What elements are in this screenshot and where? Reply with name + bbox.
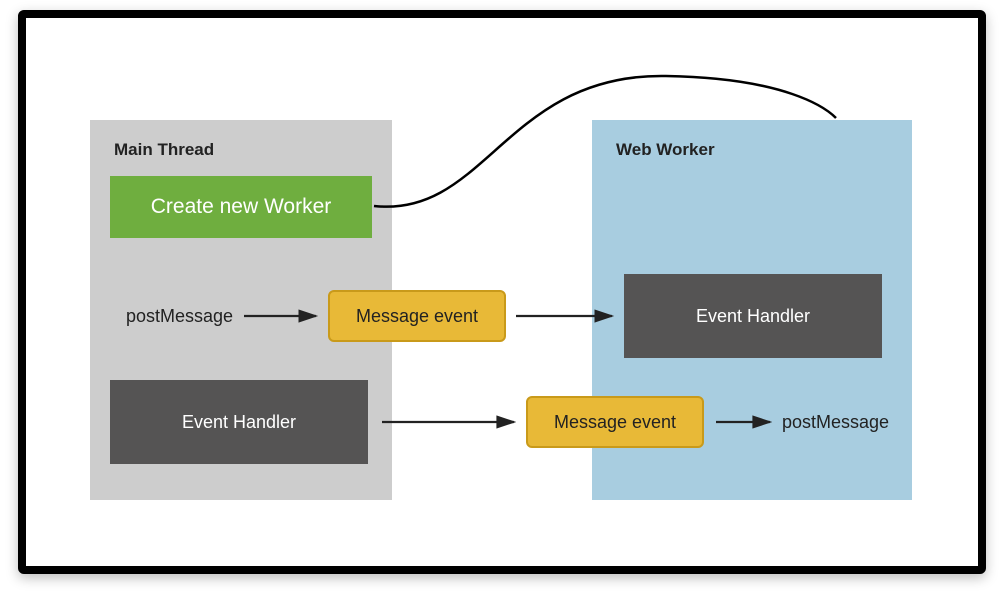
- event-handler-box-worker: Event Handler: [624, 274, 882, 358]
- web-worker-title: Web Worker: [616, 140, 715, 160]
- message-event-box-2: Message event: [526, 396, 704, 448]
- post-message-label-worker: postMessage: [782, 412, 889, 433]
- event-handler-box-main: Event Handler: [110, 380, 368, 464]
- message-event-box-1: Message event: [328, 290, 506, 342]
- post-message-label-main: postMessage: [126, 306, 233, 327]
- diagram-frame: Main Thread Web Worker Create new Worker…: [18, 10, 986, 574]
- diagram-canvas: Main Thread Web Worker Create new Worker…: [26, 18, 978, 566]
- create-worker-box: Create new Worker: [110, 176, 372, 238]
- main-thread-title: Main Thread: [114, 140, 214, 160]
